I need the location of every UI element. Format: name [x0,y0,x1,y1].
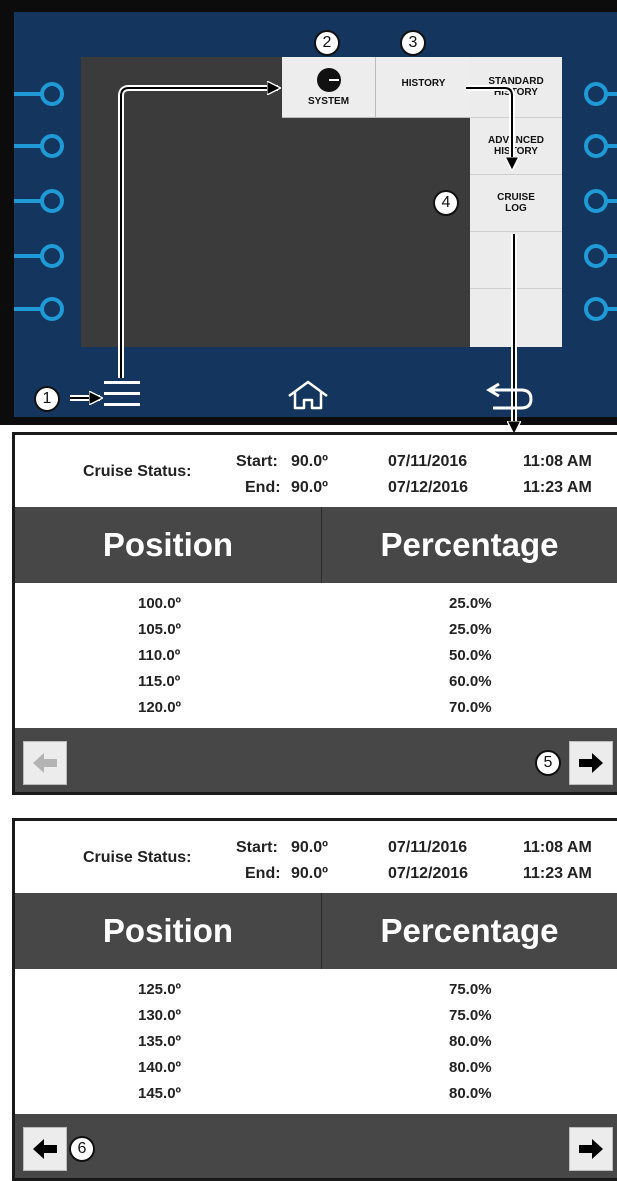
percentage-cell: 80.0% [449,1033,492,1050]
end-date: 07/12/2016 [388,865,469,882]
display-overview: SYSTEM HISTORY STANDARD HISTORY ADVANCED… [0,0,617,425]
column-header-position: Position [15,893,322,969]
table-row: 100.0º 25.0% [15,590,617,617]
end-time: 11:23 AM [523,479,592,496]
column-header-percentage: Percentage [380,912,559,949]
position-cell: 125.0º [138,981,182,998]
percentage-cell: 75.0% [449,1007,492,1024]
start-label: Start: [236,453,278,470]
hamburger-icon[interactable] [104,381,140,407]
callout-2: 2 [314,30,340,56]
cruise-status-block: Cruise Status: Start: 90.0º 07/11/2016 1… [15,821,617,893]
cruise-status-label: Cruise Status: [83,849,192,866]
end-time: 11:23 AM [523,865,592,882]
position-cell: 130.0º [138,1007,182,1024]
percentage-cell: 80.0% [449,1085,492,1102]
cruise-status-block: Cruise Status: Start: 90.0º 07/11/2016 1… [15,435,617,507]
callout-1: 1 [34,386,60,412]
position-cell: 135.0º [138,1033,182,1050]
next-page-button[interactable] [569,741,613,785]
table-row: 115.0º 60.0% [15,668,617,695]
end-label: End: [245,479,281,496]
table-body: 125.0º 75.0% 130.0º 75.0% 135.0º 80.0% 140.… [15,969,617,1114]
table-header: Position Percentage [15,893,617,969]
cruise-log-page-2: Cruise Status: Start: 90.0º 07/11/2016 1… [12,818,617,1181]
table-row: 125.0º 75.0% [15,976,617,1003]
table-body: 100.0º 25.0% 105.0º 25.0% 110.0º 50.0% 115.… [15,583,617,728]
table-footer: 6 [15,1114,617,1178]
column-header-percentage: Percentage [380,526,559,563]
back-icon[interactable] [485,378,533,410]
cruise-log-page-1: Cruise Status: Start: 90.0º 07/11/2016 1… [12,432,617,795]
arrow-left-icon [33,1139,57,1159]
start-value: 90.0º [291,453,328,470]
position-cell: 120.0º [138,699,182,716]
table-row: 110.0º 50.0% [15,642,617,669]
cruise-log-screen: Cruise Status: Start: 90.0º 07/11/2016 1… [15,821,617,1178]
percentage-cell: 25.0% [449,621,492,638]
cruise-log-screen: Cruise Status: Start: 90.0º 07/11/2016 1… [15,435,617,792]
flow-arrows [70,0,617,440]
table-row: 145.0º 80.0% [15,1080,617,1107]
percentage-cell: 50.0% [449,647,492,664]
end-value: 90.0º [291,865,328,882]
previous-page-button[interactable] [23,1127,67,1171]
table-footer: 5 [15,728,617,792]
percentage-cell: 80.0% [449,1059,492,1076]
percentage-cell: 25.0% [449,595,492,612]
table-row: 105.0º 25.0% [15,616,617,643]
start-date: 07/11/2016 [388,453,468,470]
start-label: Start: [236,839,278,856]
percentage-cell: 60.0% [449,673,492,690]
callout-5: 5 [535,750,561,776]
position-cell: 110.0º [138,647,181,664]
callout-6: 6 [69,1136,95,1162]
percentage-cell: 70.0% [449,699,492,716]
column-header-position: Position [15,507,322,583]
cruise-status-label: Cruise Status: [83,463,192,480]
position-cell: 115.0º [138,673,181,690]
callout-3: 3 [400,30,426,56]
arrow-left-icon [33,753,57,773]
position-cell: 145.0º [138,1085,182,1102]
table-header: Position Percentage [15,507,617,583]
start-time: 11:08 AM [523,453,592,470]
next-page-button[interactable] [569,1127,613,1171]
table-row: 140.0º 80.0% [15,1054,617,1081]
start-value: 90.0º [291,839,328,856]
table-row: 130.0º 75.0% [15,1002,617,1029]
table-row: 135.0º 80.0% [15,1028,617,1055]
callout-4: 4 [433,190,459,216]
start-date: 07/11/2016 [388,839,468,856]
previous-page-button[interactable] [23,741,67,785]
position-cell: 105.0º [138,621,182,638]
percentage-cell: 75.0% [449,981,492,998]
table-row: 120.0º 70.0% [15,694,617,721]
position-cell: 140.0º [138,1059,182,1076]
home-icon[interactable] [286,380,330,410]
end-value: 90.0º [291,479,328,496]
arrow-right-icon [579,1139,603,1159]
end-label: End: [245,865,281,882]
end-date: 07/12/2016 [388,479,469,496]
position-cell: 100.0º [138,595,182,612]
start-time: 11:08 AM [523,839,592,856]
arrow-right-icon [579,753,603,773]
